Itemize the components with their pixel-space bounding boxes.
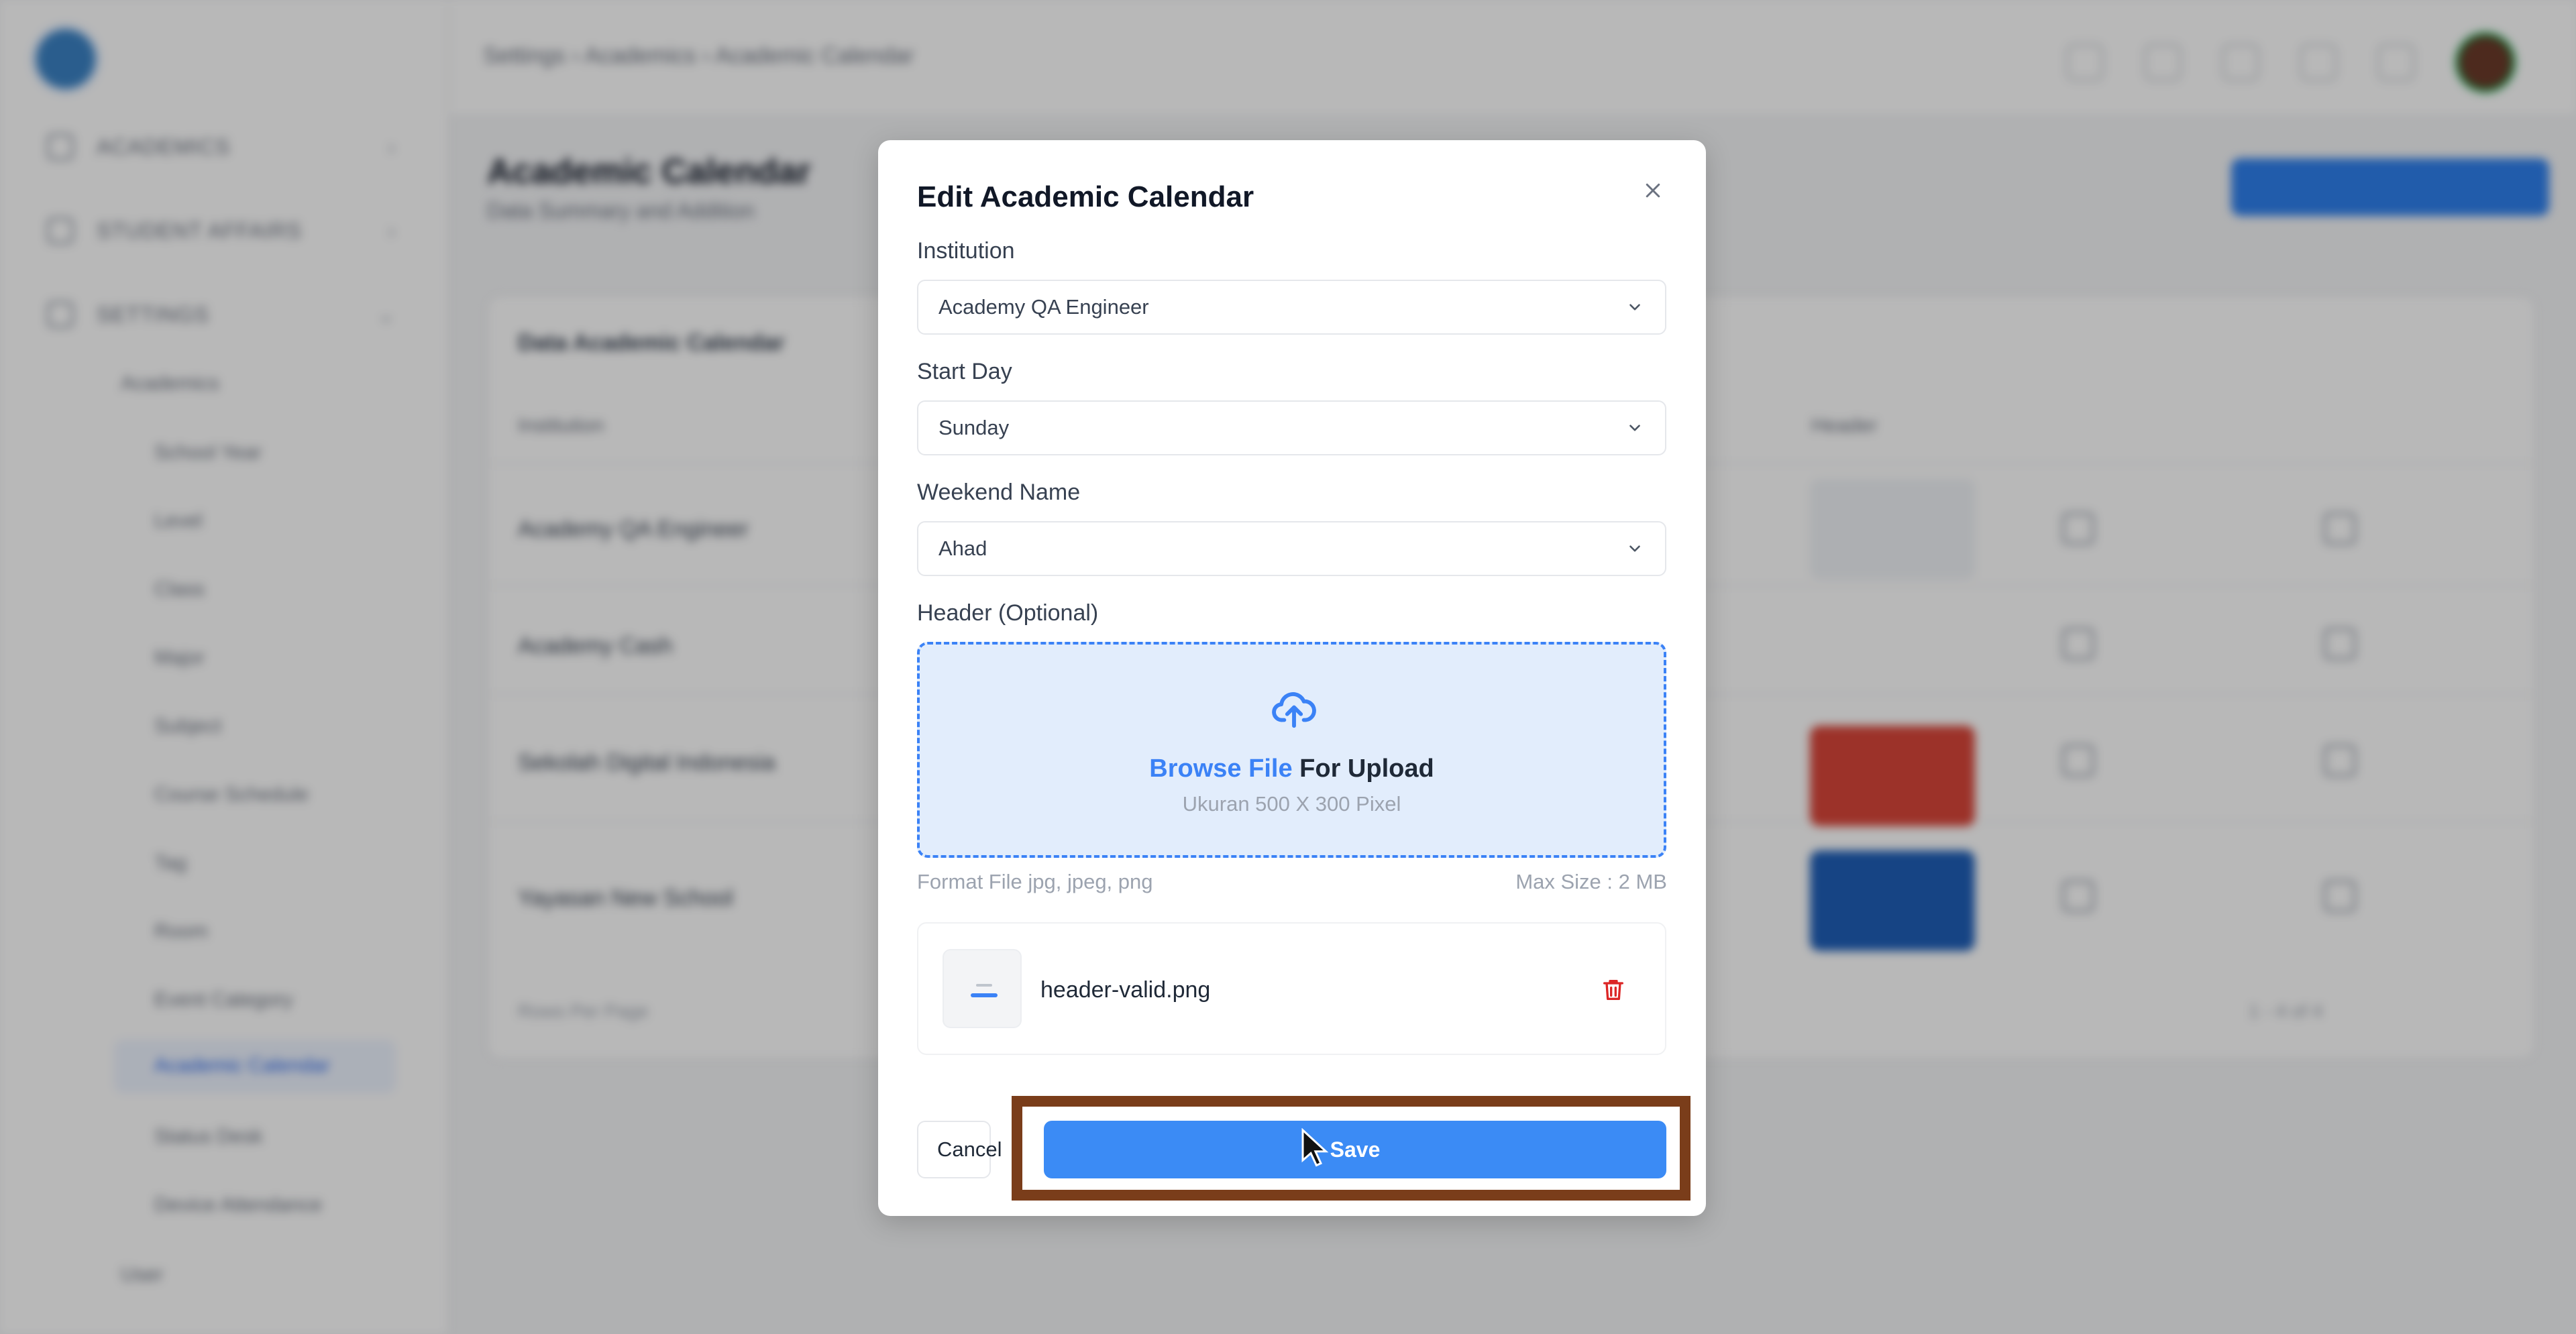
weekend-name-value: Ahad: [938, 537, 987, 560]
edit-academic-calendar-modal: Edit Academic Calendar Institution Acade…: [878, 140, 1706, 1216]
cancel-button[interactable]: Cancel: [917, 1121, 1002, 1178]
close-button[interactable]: [1636, 174, 1670, 207]
uploaded-file-card: header-valid.png: [917, 922, 1666, 1055]
cloud-upload-icon: [1272, 692, 1316, 728]
browse-file-link[interactable]: Browse File: [1149, 755, 1292, 783]
start-day-label: Start Day: [917, 359, 1012, 384]
highlight-annotation: [1012, 1096, 1690, 1201]
weekend-name-label: Weekend Name: [917, 480, 1081, 505]
browse-line: Browse File For Upload: [1149, 755, 1434, 783]
institution-value: Academy QA Engineer: [938, 295, 1149, 319]
trash-icon: [1603, 980, 1623, 1000]
file-thumbnail: [943, 949, 1022, 1028]
chevron-down-icon: [1625, 539, 1645, 559]
chevron-down-icon: [1625, 297, 1645, 317]
start-day-value: Sunday: [938, 416, 1010, 439]
format-hint: Format File jpg, jpeg, png: [917, 870, 1153, 893]
header-label: Header (Optional): [917, 600, 1099, 626]
institution-label: Institution: [917, 238, 1015, 264]
remove-file-button[interactable]: [1597, 973, 1630, 1007]
file-dropzone[interactable]: Browse File For Upload Ukuran 500 X 300 …: [917, 642, 1666, 858]
max-size-hint: Max Size : 2 MB: [1515, 870, 1667, 893]
chevron-down-icon: [1625, 418, 1645, 438]
institution-select[interactable]: Academy QA Engineer: [917, 280, 1666, 335]
weekend-name-select[interactable]: Ahad: [917, 521, 1666, 576]
modal-title: Edit Academic Calendar: [917, 180, 1254, 213]
start-day-select[interactable]: Sunday: [917, 400, 1666, 455]
file-name: header-valid.png: [1040, 977, 1211, 1003]
size-hint: Ukuran 500 X 300 Pixel: [1182, 792, 1401, 816]
close-icon: [1646, 183, 1660, 198]
mouse-cursor-icon: [1301, 1128, 1329, 1167]
